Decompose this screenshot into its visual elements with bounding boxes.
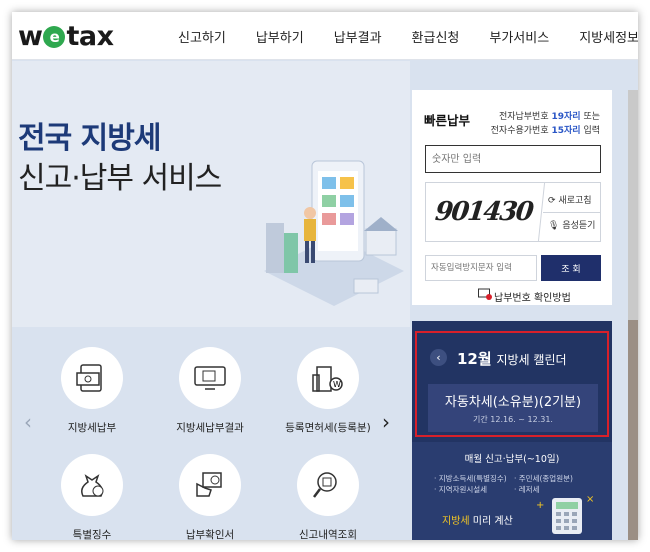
- info-line1-post: 또는: [580, 112, 600, 122]
- monitor-documents-icon: [179, 347, 241, 409]
- refresh-icon: ⟳: [548, 196, 556, 206]
- magnifier-document-icon: [297, 454, 359, 516]
- calc-rest: 미리 계산: [469, 516, 513, 527]
- building-coin-icon: W: [297, 347, 359, 409]
- captcha-code-input[interactable]: [425, 255, 537, 281]
- hero-banner: 전국 지방세 신고·납부 서비스: [12, 61, 410, 327]
- quick-pay-info: 전자납부번호 19자리 또는 전자수용가번호 15자리 입력: [491, 110, 600, 138]
- calculator-icon: + ×: [536, 494, 594, 534]
- monthly-schedule-title: 매월 신고·납부(~10일): [464, 454, 560, 465]
- menu-item-local-tax-payment-result[interactable]: 지방세납부결과: [160, 347, 260, 435]
- menu-item-report-history[interactable]: 신고내역조회: [278, 454, 378, 540]
- logo-text-w: w: [18, 20, 43, 52]
- captcha-box: 901430 ⟳ 새로고침 🎙 음성듣기: [422, 182, 601, 242]
- svg-text:×: ×: [586, 494, 594, 505]
- payment-screen-icon: [61, 347, 123, 409]
- menu-item-label: 특별징수: [72, 529, 112, 540]
- next-slide-edge-top: [628, 90, 638, 320]
- refresh-label: 새로고침: [558, 196, 592, 206]
- nav-item-extra-services[interactable]: 부가서비스: [489, 27, 549, 46]
- nav-item-pay[interactable]: 납부하기: [256, 27, 304, 46]
- info-line1-hl: 19자리: [551, 112, 581, 122]
- browser-viewport: w e tax 신고하기 납부하기 납부결과 환급신청 부가서비스 지방세정보 전국…: [12, 12, 638, 540]
- quick-pay-panel: 빠른납부 전자납부번호 19자리 또는 전자수용가번호 15자리 입력 9014…: [412, 90, 612, 305]
- audio-label: 음성듣기: [562, 221, 596, 231]
- wetax-logo[interactable]: w e tax: [18, 18, 114, 54]
- menu-item-local-tax-payment[interactable]: 지방세납부: [42, 347, 142, 435]
- captcha-divider: [543, 212, 601, 213]
- menu-item-label: 지방세납부: [67, 422, 117, 434]
- money-bag-icon: [61, 454, 123, 516]
- schedule-list-left: · 지방소득세(특별징수) · 지역자원시설세: [434, 473, 507, 495]
- captcha-refresh-button[interactable]: ⟳ 새로고침: [548, 193, 592, 206]
- schedule-item: · 지역자원시설세: [434, 485, 488, 494]
- info-line2-hl: 15자리: [551, 126, 581, 136]
- hero-title-line1: 전국 지방세: [18, 121, 161, 156]
- info-line2-pre: 전자수용가번호: [490, 126, 552, 136]
- microphone-icon: 🎙: [548, 221, 560, 231]
- menu-item-label: 신고내역조회: [299, 529, 357, 540]
- service-menu: ‹ › 지방세납부 지방세납부결과 W 등록면허세(등록분) 특별징수 납부확인…: [12, 327, 410, 540]
- menu-item-payment-certificate[interactable]: 납부확인서: [160, 454, 260, 540]
- nav-item-refund[interactable]: 환급신청: [412, 27, 460, 46]
- hero-illustration-icon: [264, 160, 404, 306]
- nav-item-local-tax-info[interactable]: 지방세정보: [579, 27, 638, 46]
- receipt-hand-icon: [179, 454, 241, 516]
- payment-guide-icon: [478, 288, 492, 300]
- nav-item-pay-result[interactable]: 납부결과: [334, 27, 382, 46]
- menu-item-registration-license-tax[interactable]: W 등록면허세(등록분): [278, 347, 378, 435]
- hero-title-line2: 신고·납부 서비스: [18, 161, 222, 196]
- menu-item-label: 등록면허세(등록분): [285, 422, 371, 434]
- svg-text:+: +: [536, 500, 544, 511]
- svg-text:W: W: [333, 380, 341, 389]
- site-header: w e tax 신고하기 납부하기 납부결과 환급신청 부가서비스 지방세정보: [12, 12, 638, 60]
- menu-next-arrow-icon[interactable]: ›: [382, 410, 390, 434]
- monthly-schedule: 매월 신고·납부(~10일) · 지방소득세(특별징수) · 지역자원시설세 ·…: [412, 442, 612, 540]
- logo-text-tax: tax: [66, 20, 114, 52]
- captcha-audio-button[interactable]: 🎙 음성듣기: [548, 218, 595, 231]
- schedule-item: · 주민세(종업원분): [514, 474, 573, 483]
- menu-item-special-collection[interactable]: 특별징수: [42, 454, 142, 540]
- menu-item-label: 지방세납부결과: [176, 422, 244, 434]
- menu-prev-arrow-icon[interactable]: ‹: [24, 410, 32, 434]
- nav-item-report[interactable]: 신고하기: [178, 27, 226, 46]
- quick-pay-title: 빠른납부: [424, 113, 471, 128]
- info-line2-post: 입력: [580, 126, 600, 136]
- schedule-item: · 지방소득세(특별징수): [434, 474, 507, 483]
- lookup-button[interactable]: 조 회: [541, 255, 601, 281]
- captcha-image: 901430: [422, 183, 546, 241]
- info-line1-pre: 전자납부번호: [498, 112, 552, 122]
- payment-number-guide-link[interactable]: 납부번호 확인방법: [494, 289, 571, 304]
- payment-number-input[interactable]: [425, 145, 601, 173]
- menu-item-label: 납부확인서: [185, 529, 235, 540]
- main-nav: 신고하기 납부하기 납부결과 환급신청 부가서비스 지방세정보: [178, 12, 638, 60]
- calc-highlight: 지방세: [442, 516, 470, 527]
- logo-e-icon: e: [43, 26, 66, 48]
- calendar-highlight-frame: [415, 331, 609, 437]
- tax-precalc-link[interactable]: 지방세 미리 계산: [442, 512, 513, 527]
